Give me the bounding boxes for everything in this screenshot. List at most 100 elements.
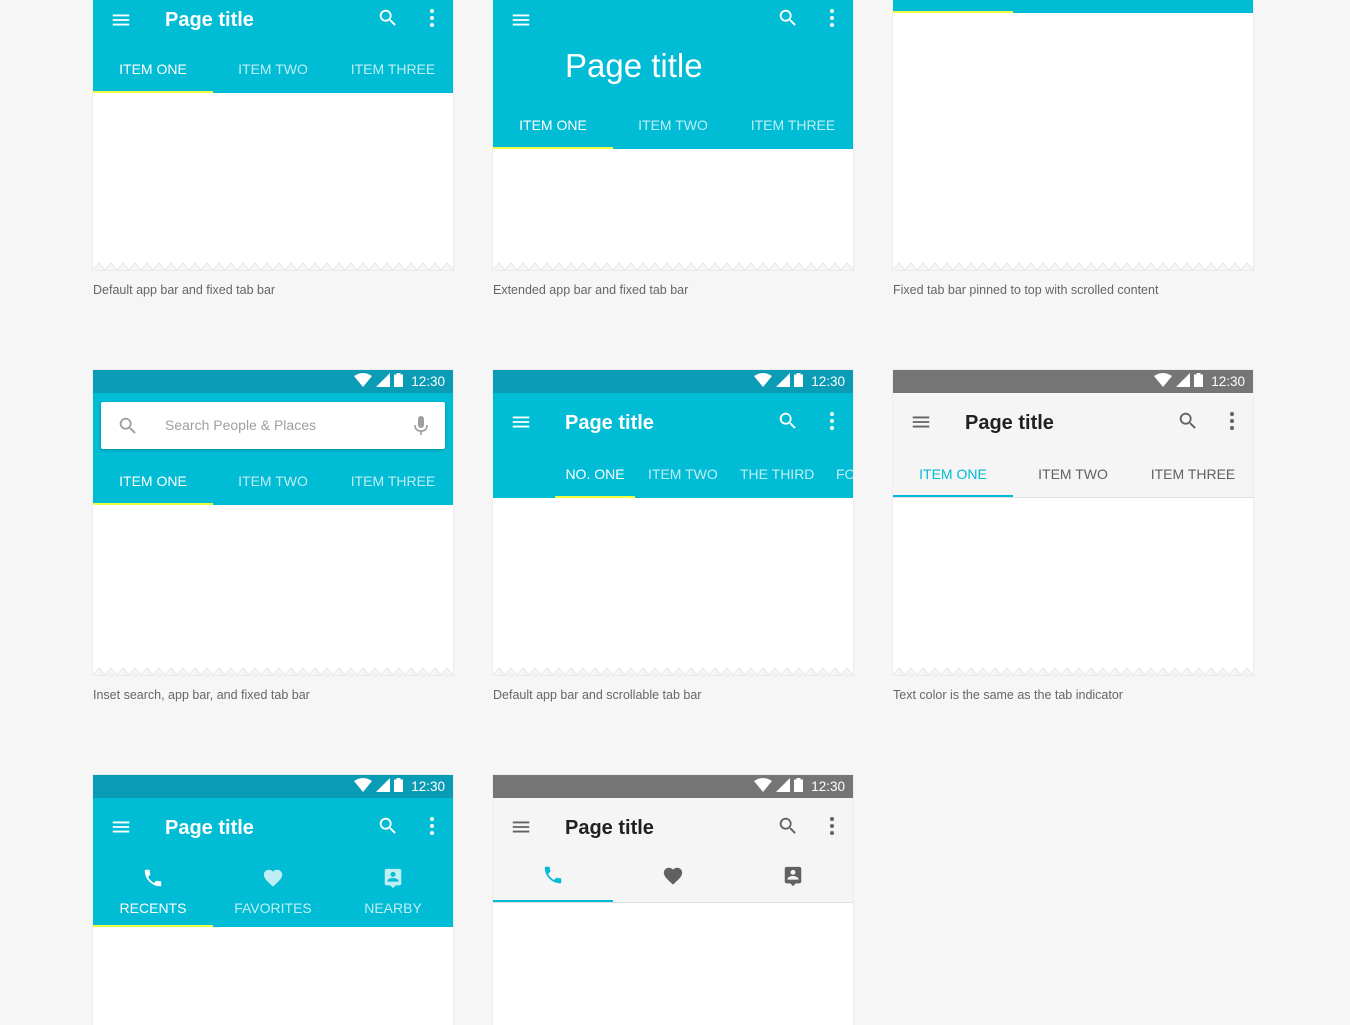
heart-icon [262,867,284,894]
tab-item-three[interactable]: ITEM THREE [1133,450,1253,497]
battery-icon [1194,373,1204,390]
tab-recents[interactable]: RECENTS [93,855,213,927]
tab-contact[interactable] [733,855,853,902]
tab-no-one[interactable]: NO. ONE [555,450,635,498]
search-app-bar: Search People & Places [93,393,453,457]
torn-edge [493,260,853,270]
more-vert-icon[interactable] [829,410,835,432]
status-time: 12:30 [1211,374,1245,389]
tab-item-two[interactable]: ITEM TWO [613,101,733,149]
mic-icon[interactable] [413,415,429,442]
search-input[interactable]: Search People & Places [165,417,316,433]
status-time: 12:30 [411,779,445,794]
menu-icon[interactable] [510,411,532,433]
tab-indicator [893,11,1013,13]
tab-item-one[interactable]: ITEM ONE [93,457,213,505]
torn-edge [93,665,453,675]
example-card-8: 12:30 Page title [493,775,853,1025]
app-bar: Page title [893,393,1253,450]
tab-label: RECENTS [119,900,187,916]
battery-icon [394,778,404,795]
tab-bar: ITEM ONE ITEM TWO ITEM THREE [493,101,853,149]
wifi-icon [1154,373,1173,390]
search-icon[interactable] [117,415,139,442]
menu-icon[interactable] [510,816,532,838]
search-icon[interactable] [777,7,799,29]
more-vert-icon[interactable] [829,815,835,837]
tab-item-two[interactable]: ITEM TWO [1013,450,1133,497]
tab-favorites[interactable]: FAVORITES [213,855,333,927]
signal-icon [376,373,391,390]
wifi-icon [354,373,373,390]
tab-item-three[interactable]: ITEM THREE [333,45,453,93]
tab-fourth[interactable]: FO [836,450,853,498]
more-vert-icon[interactable] [429,7,435,29]
search-icon[interactable] [777,815,799,837]
tab-item-two[interactable]: ITEM TWO [213,457,333,505]
page-title: Page title [165,817,254,839]
search-icon[interactable] [377,7,399,29]
tab-item-two[interactable]: ITEM TWO [648,450,718,498]
icon-tab-bar [493,855,853,903]
tab-bar: ITEM ONE ITEM TWO ITEM THREE [93,45,453,93]
menu-icon[interactable] [110,816,132,838]
app-bar: Page title [493,393,853,450]
tab-phone[interactable] [493,855,613,902]
status-bar: 12:30 [493,370,853,393]
tab-bar: ITEM ONE ITEM TWO ITEM THREE [893,450,1253,498]
example-card-5: 12:30 Page title NO. ONE ITEM TWO THE TH… [493,370,853,675]
search-icon[interactable] [777,410,799,432]
tab-item-two[interactable]: ITEM TWO [213,45,333,93]
status-bar: 12:30 [493,775,853,798]
wifi-icon [754,778,773,795]
example-card-1: Page title ITEM ONE ITEM TWO ITEM THREE [93,0,453,270]
more-vert-icon[interactable] [1229,410,1235,432]
menu-icon[interactable] [910,411,932,433]
wifi-icon [354,778,373,795]
signal-icon [776,778,791,795]
pinned-tab-bar [893,0,1253,13]
caption: Extended app bar and fixed tab bar [493,283,689,297]
caption: Fixed tab bar pinned to top with scrolle… [893,283,1159,297]
battery-icon [794,373,804,390]
more-vert-icon[interactable] [429,815,435,837]
status-bar: 12:30 [93,370,453,393]
tab-item-three[interactable]: ITEM THREE [733,101,853,149]
caption: Default app bar and fixed tab bar [93,283,276,297]
search-icon[interactable] [1177,410,1199,432]
menu-icon[interactable] [510,9,532,31]
heart-icon [662,865,684,892]
status-bar: 12:30 [93,775,453,798]
contact-icon [382,867,404,894]
app-bar: Page title [93,0,453,45]
example-card-2: Page title ITEM ONE ITEM TWO ITEM THREE [493,0,853,270]
app-bar: Page title [493,798,853,855]
search-box[interactable]: Search People & Places [101,402,445,449]
more-vert-icon[interactable] [829,7,835,29]
signal-icon [1176,373,1191,390]
example-card-7: 12:30 Page title RECENTS FAVORITES NEARB… [93,775,453,1025]
page-title: Page title [565,817,654,839]
page-title: Page title [965,412,1054,434]
tab-item-one[interactable]: ITEM ONE [893,450,1013,497]
torn-edge [493,665,853,675]
tab-label: NEARBY [364,900,422,916]
wifi-icon [754,373,773,390]
tab-heart[interactable] [613,855,733,902]
tab-item-one[interactable]: ITEM ONE [493,101,613,149]
caption: Default app bar and scrollable tab bar [493,688,702,702]
phone-icon [542,864,564,891]
page-title: Page title [565,47,703,84]
example-card-4: 12:30 Search People & Places ITEM ONE IT… [93,370,453,675]
tab-bar: ITEM ONE ITEM TWO ITEM THREE [93,457,453,505]
tab-nearby[interactable]: NEARBY [333,855,453,927]
tab-item-three[interactable]: ITEM THREE [333,457,453,505]
caption: Inset search, app bar, and fixed tab bar [93,688,310,702]
search-icon[interactable] [377,815,399,837]
menu-icon[interactable] [110,9,132,31]
icon-text-tab-bar: RECENTS FAVORITES NEARBY [93,855,453,927]
tab-the-third[interactable]: THE THIRD [740,450,814,498]
status-bar: 12:30 [893,370,1253,393]
tab-item-one[interactable]: ITEM ONE [93,45,213,93]
torn-edge [93,260,453,270]
